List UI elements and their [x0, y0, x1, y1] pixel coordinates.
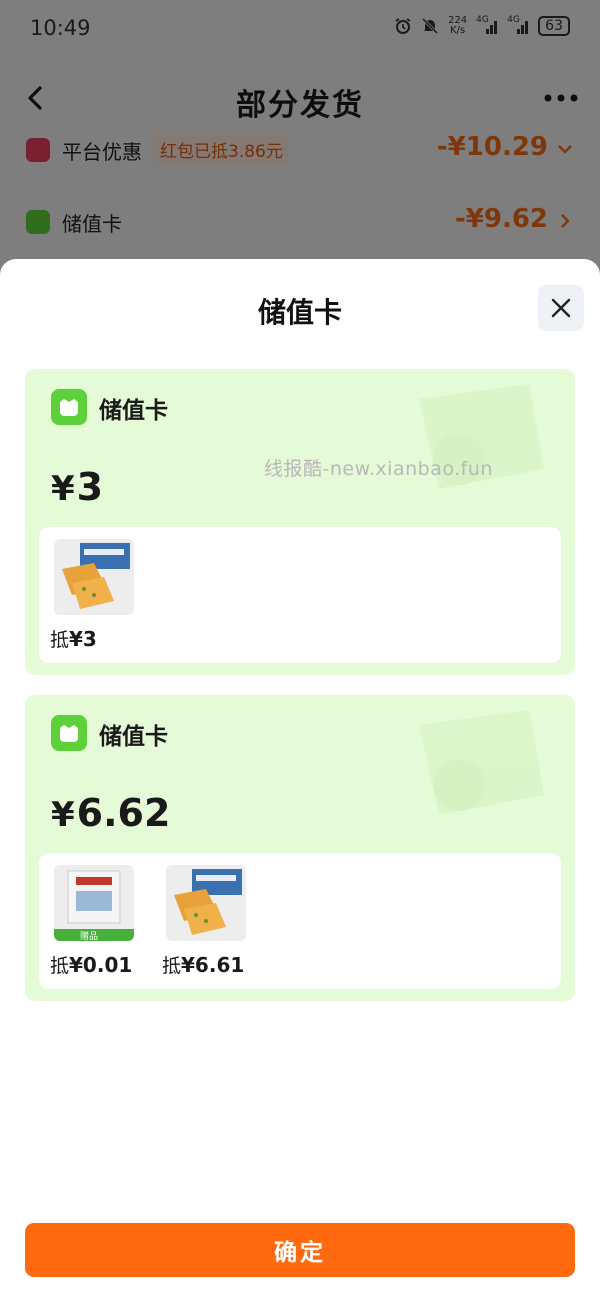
card-amount: ¥6.62 — [51, 791, 171, 835]
product-deduct: 抵¥6.61 — [162, 953, 245, 977]
card-watermark-icon — [419, 384, 544, 489]
modal-overlay[interactable] — [0, 0, 600, 300]
stored-card-icon — [51, 715, 87, 751]
stored-card-icon — [51, 389, 87, 425]
product-deduct: 抵¥0.01 — [50, 953, 133, 977]
product-item[interactable]: 抵¥6.61 — [162, 865, 246, 977]
pet-food-product-image: 赠品 — [54, 865, 134, 941]
confirm-button[interactable]: 确定 — [25, 1223, 575, 1277]
sheet-title: 储值卡 — [257, 296, 342, 329]
card-amount: ¥3 — [51, 465, 104, 509]
biscuit-product-image — [166, 865, 246, 941]
product-item[interactable]: 赠品 抵¥0.01 — [50, 865, 134, 977]
stored-value-sheet: 储值卡 储值卡 ¥3 抵¥3 线报酷-new.xianbao.fun 储值卡 ¥… — [0, 259, 600, 1300]
watermark-text: 线报酷-new.xianbao.fun — [264, 458, 493, 480]
close-button[interactable] — [538, 285, 584, 331]
biscuit-product-image — [54, 539, 134, 615]
card-products: 赠品 抵¥0.01 抵¥6.61 — [39, 853, 561, 989]
card-watermark-icon — [419, 710, 544, 815]
stored-value-card: 储值卡 ¥6.62 赠品 抵¥0.01 抵¥6.61 — [25, 695, 575, 1001]
product-item[interactable]: 抵¥3 — [50, 539, 134, 651]
card-name: 储值卡 — [99, 724, 168, 750]
card-products: 抵¥3 — [39, 527, 561, 663]
svg-text:赠品: 赠品 — [80, 930, 98, 941]
product-deduct: 抵¥3 — [50, 627, 97, 651]
stored-value-card: 储值卡 ¥3 抵¥3 — [25, 369, 575, 675]
card-name: 储值卡 — [99, 398, 168, 424]
close-icon — [551, 298, 571, 318]
